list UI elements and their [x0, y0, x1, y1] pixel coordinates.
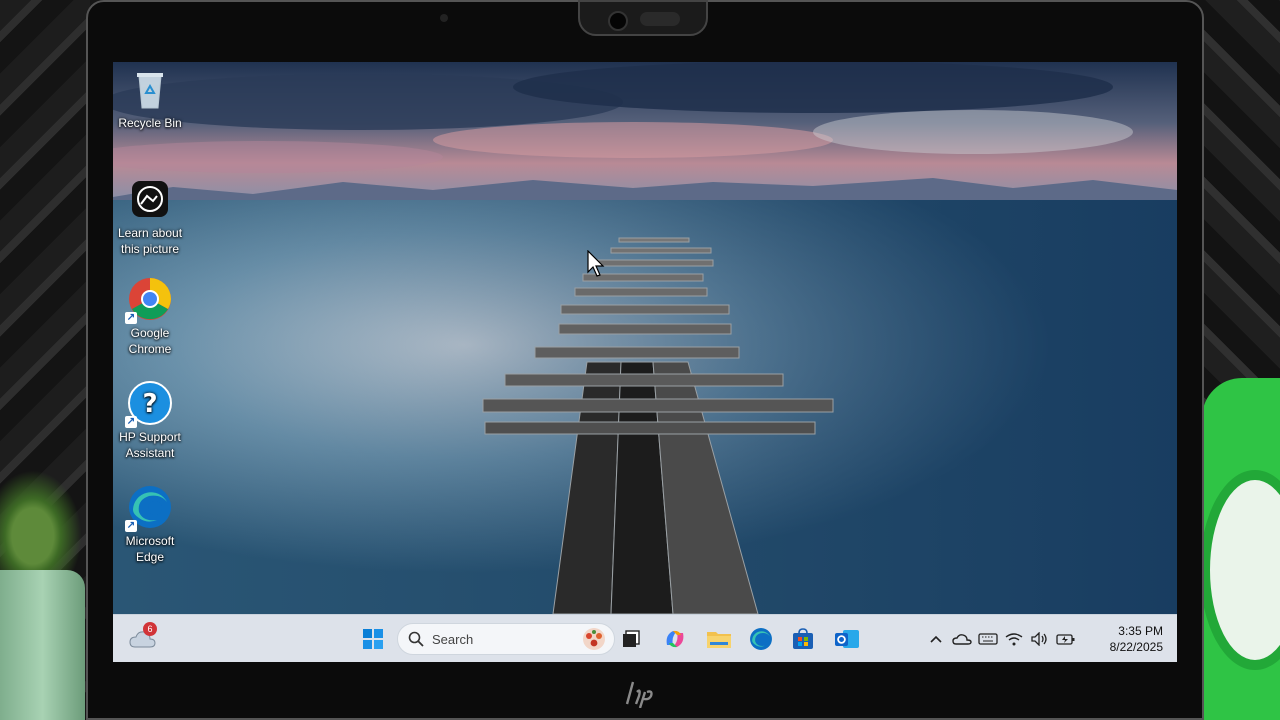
svg-text:?: ?	[142, 389, 157, 419]
desktop-icon-learn-about-picture[interactable]: Learn about this picture	[113, 176, 187, 257]
mouse-cursor-icon	[587, 250, 605, 277]
hp-logo	[618, 678, 668, 718]
desktop-icon-label: Recycle Bin	[118, 116, 182, 130]
weather-widget[interactable]: 6	[127, 622, 159, 655]
plant-pot	[0, 570, 85, 720]
shortcut-arrow-icon: ↗	[125, 416, 137, 428]
wifi-icon[interactable]	[1001, 623, 1027, 655]
webcam-shutter	[640, 12, 680, 26]
desktop-icon-label: Learn about this picture	[117, 226, 183, 256]
task-view-icon	[623, 630, 640, 647]
start-icon	[363, 629, 383, 649]
search-input[interactable]: Search	[397, 623, 615, 655]
system-tray	[923, 623, 1079, 655]
webcam-lens	[608, 11, 628, 31]
search-icon	[408, 631, 424, 647]
desktop-icon-recycle-bin[interactable]: Recycle Bin	[113, 66, 187, 131]
edge-icon: ↗	[125, 484, 173, 532]
clock-time: 3:35 PM	[1118, 624, 1163, 638]
ir-sensor	[440, 14, 448, 22]
copilot-icon	[666, 630, 684, 648]
wallpaper-pier-at-sea	[113, 62, 1177, 614]
task-view-button[interactable]	[615, 623, 647, 655]
outlook-button[interactable]	[831, 623, 863, 655]
microsoft-store-button[interactable]	[787, 623, 819, 655]
desktop-icon-microsoft-edge[interactable]: ↗ Microsoft Edge	[113, 484, 187, 565]
notification-badge: 6	[143, 622, 157, 636]
volume-icon[interactable]	[1027, 623, 1053, 655]
clock-date: 8/22/2025	[1109, 640, 1163, 654]
desktop-icon-google-chrome[interactable]: ↗ Google Chrome	[113, 276, 187, 357]
microsoft-store-icon	[793, 628, 813, 649]
shortcut-arrow-icon: ↗	[125, 312, 137, 324]
keyboard-icon[interactable]	[975, 623, 1001, 655]
copilot-button[interactable]	[659, 623, 691, 655]
edge-icon	[750, 628, 772, 650]
clock[interactable]: 3:35 PM 8/22/2025	[1093, 623, 1163, 655]
chrome-icon: ↗	[125, 276, 173, 324]
file-explorer-button[interactable]	[703, 623, 735, 655]
search-placeholder: Search	[432, 631, 474, 647]
desktop-icon-hp-support-assistant[interactable]: ? ↗ HP Support Assistant	[113, 380, 187, 461]
camera-icon	[127, 176, 173, 222]
shortcut-arrow-icon: ↗	[125, 520, 137, 532]
search-highlight-icon	[583, 628, 605, 650]
recycle-bin-icon	[127, 66, 173, 112]
desktop-icon-label: Google Chrome	[128, 326, 172, 356]
start-button[interactable]	[357, 623, 389, 655]
file-explorer-icon	[707, 632, 731, 648]
question-mark-icon: ? ↗	[125, 380, 173, 428]
screen: Recycle Bin Learn about this picture ↗ G…	[113, 62, 1177, 662]
taskbar: 6 Search 3:35 PM 8/22/2025	[113, 614, 1177, 662]
plant	[0, 470, 82, 580]
edge-taskbar-button[interactable]	[745, 623, 777, 655]
battery-icon[interactable]	[1053, 623, 1079, 655]
onedrive-icon[interactable]	[949, 623, 975, 655]
desktop-icon-label: HP Support Assistant	[119, 430, 181, 460]
chevron-up-icon[interactable]	[923, 623, 949, 655]
desktop-icon-label: Microsoft Edge	[125, 534, 175, 564]
outlook-icon	[835, 630, 859, 648]
